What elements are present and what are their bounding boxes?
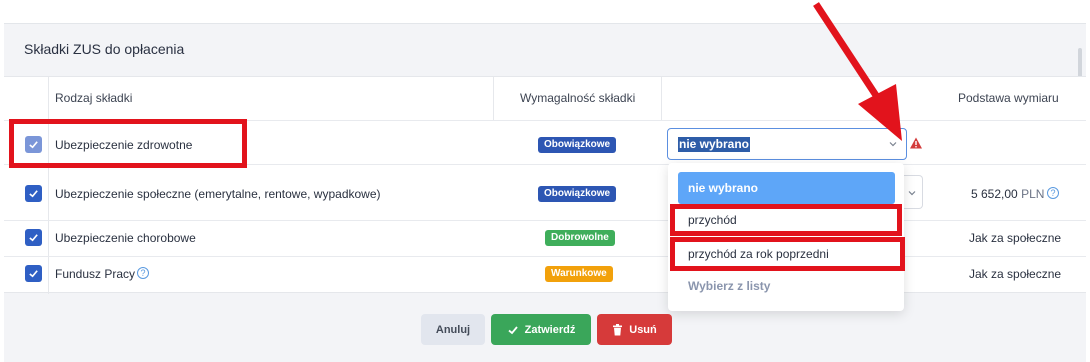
row-name: Fundusz Pracy (55, 267, 136, 281)
header-type: Rodzaj składki (55, 91, 133, 105)
confirm-button[interactable]: Zatwierdź (491, 314, 591, 345)
chevron-down-icon (889, 142, 897, 147)
confirm-label: Zatwierdź (524, 323, 576, 336)
row2-select[interactable] (903, 175, 923, 209)
base-amount: 5 652,00 (971, 187, 1018, 201)
base-value: Jak za społeczne (969, 267, 1062, 281)
option-nie-wybrano[interactable]: nie wybrano (678, 172, 895, 204)
check-icon (29, 234, 38, 242)
check-icon (508, 325, 518, 334)
row-divider (4, 256, 1086, 257)
cancel-button[interactable]: Anuluj (421, 314, 485, 345)
cancel-label: Anuluj (435, 323, 471, 336)
header-requirement: Wymagalność składki (520, 91, 636, 105)
status-badge: Obowiązkowe (538, 186, 617, 202)
row-name: Ubezpieczenie społeczne (emerytalne, ren… (55, 187, 381, 201)
status-badge: Obowiązkowe (538, 137, 617, 153)
status-badge: Warunkowe (545, 266, 613, 282)
row-divider (4, 220, 1086, 221)
highlight-box (670, 237, 905, 271)
card-title: Składki ZUS do opłacenia (24, 41, 185, 57)
check-icon (29, 190, 38, 198)
contributions-table: Rodzaj składki Wymagalność składki Podst… (4, 76, 1086, 294)
chevron-down-icon (908, 191, 916, 196)
row-checkbox[interactable] (25, 229, 42, 246)
base-type-select[interactable]: nie wybrano (667, 128, 907, 160)
header-base: Podstawa wymiaru (958, 91, 1059, 105)
question-circle-icon[interactable]: ? (137, 267, 149, 279)
highlight-box (9, 119, 247, 168)
row-checkbox[interactable] (25, 265, 42, 282)
row-checkbox[interactable] (25, 185, 42, 202)
status-badge: Dobrowolne (545, 230, 615, 246)
highlight-box (670, 204, 902, 236)
option-placeholder: Wybierz z listy (688, 279, 771, 293)
column-divider (48, 77, 49, 294)
trash-icon (613, 323, 623, 335)
warning-triangle-icon (910, 137, 922, 149)
base-value: Jak za społeczne (969, 231, 1062, 245)
question-circle-icon[interactable]: ? (1047, 187, 1059, 199)
column-divider (493, 77, 494, 120)
check-icon (29, 270, 38, 278)
select-value: nie wybrano (678, 137, 751, 152)
base-value: 5 652,00 PLN (971, 187, 1044, 201)
row-name: Ubezpieczenie chorobowe (55, 231, 196, 245)
delete-label: Usuń (629, 323, 657, 336)
base-unit: PLN (1021, 187, 1045, 201)
column-divider (661, 77, 662, 120)
delete-button[interactable]: Usuń (597, 314, 672, 345)
